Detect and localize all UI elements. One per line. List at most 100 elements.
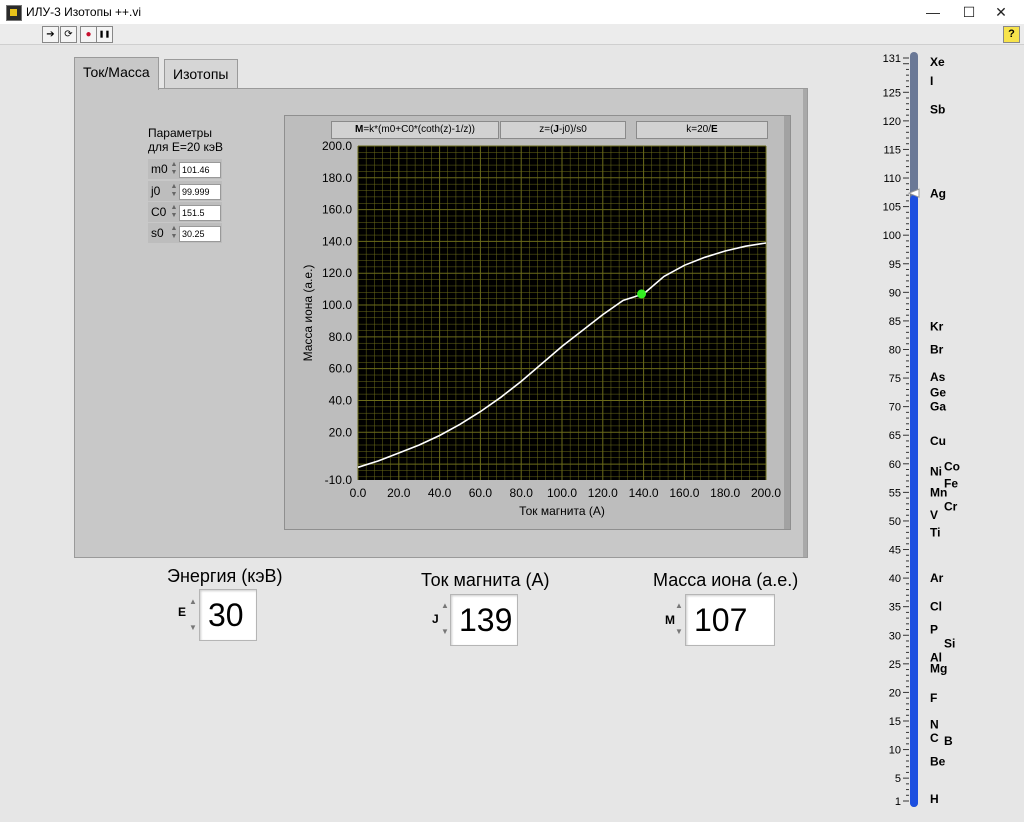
scale-tick-label: 115 (883, 144, 901, 156)
scale-tick-label: 120 (883, 116, 901, 128)
mass-current-chart: 0.0 20.0 40.0 60.0 80.0 100.0 120.0 140.0 160.0 1… (301, 139, 781, 518)
y-tick-label: -10.0 (325, 473, 353, 487)
formula-k: k=20/E (636, 121, 768, 139)
mass-label: Масса иона (а.е.) (653, 570, 799, 590)
scale-tick-label: 100 (883, 230, 901, 242)
scale-tick-label: 70 (889, 402, 901, 414)
energy-label: Энергия (кэВ) (167, 566, 283, 586)
param-value-field[interactable]: 101.46 (179, 162, 221, 178)
spinner-icon[interactable]: ▲ ▼ (170, 183, 178, 199)
params-title-line1: Параметры (148, 126, 212, 140)
param-value-field[interactable]: 30.25 (179, 226, 221, 242)
energy-spinner-icon[interactable]: ▲ ▼ (188, 589, 198, 641)
y-tick-label: 20.0 (329, 425, 353, 439)
param-value-field[interactable]: 151.5 (179, 205, 221, 221)
scale-tick-label: 80 (889, 344, 901, 356)
y-tick-label: 160.0 (322, 203, 352, 217)
param-label: j0 (151, 184, 161, 198)
element-label: Kr (930, 320, 944, 334)
element-label: Ag (930, 186, 946, 200)
scale-tick-label: 35 (889, 602, 901, 614)
x-tick-label: 80.0 (510, 486, 534, 500)
element-label: As (930, 370, 946, 384)
formula-mass: M=k*(m0+C0*(coth(z)-1/z)) (331, 121, 499, 139)
element-label: Si (944, 637, 955, 651)
element-label: Ni (930, 465, 942, 479)
element-label: Fe (944, 477, 958, 491)
x-tick-label: 180.0 (710, 486, 740, 500)
element-label: Ar (930, 571, 944, 585)
element-label: Cr (944, 500, 958, 514)
tab-current-mass[interactable]: Ток/Масса (74, 57, 159, 90)
element-label: Ge (930, 385, 946, 399)
scale-tick-label: 131 (883, 53, 901, 65)
pause-icon[interactable]: ❚❚ (96, 26, 113, 43)
y-tick-label: 180.0 (322, 171, 352, 185)
x-tick-label: 160.0 (669, 486, 699, 500)
x-tick-label: 200.0 (751, 486, 781, 500)
scale-tick-label: 5 (895, 773, 901, 785)
param-value-field[interactable]: 99.999 (179, 184, 221, 200)
mass-scale: 1311251201151101051009590858075706560555… (883, 52, 960, 808)
element-label: F (930, 691, 937, 705)
scale-tick-label: 90 (889, 287, 901, 299)
element-label: Ti (930, 525, 940, 539)
y-tick-label: 60.0 (329, 362, 353, 376)
scale-tick-label: 105 (883, 202, 901, 214)
y-tick-label: 80.0 (329, 330, 353, 344)
params-title: Параметры для E=20 кэВ (148, 126, 223, 154)
scale-tick-label: 40 (889, 573, 901, 585)
app-icon (6, 5, 22, 21)
x-tick-label: 100.0 (547, 486, 577, 500)
element-label: Co (944, 460, 960, 474)
spinner-icon[interactable]: ▲ ▼ (170, 225, 178, 241)
x-tick-label: 120.0 (588, 486, 618, 500)
mass-field[interactable]: 107 (685, 594, 775, 646)
close-button[interactable]: ✕ (978, 0, 1024, 24)
spinner-icon[interactable]: ▲ ▼ (170, 161, 178, 177)
element-label: V (930, 508, 938, 522)
scale-fill (910, 195, 918, 807)
scale-tick-label: 15 (889, 716, 901, 728)
scale-tick-label: 50 (889, 516, 901, 528)
current-letter: J (432, 612, 439, 626)
current-spinner-icon[interactable]: ▲ ▼ (440, 593, 450, 645)
y-tick-label: 40.0 (329, 393, 353, 407)
formula-z: z=(J-j0)/s0 (500, 121, 626, 139)
element-label: Br (930, 342, 944, 356)
element-label: Mg (930, 662, 947, 676)
current-label: Ток магнита (А) (421, 570, 550, 590)
operating-point-marker (637, 289, 647, 299)
mass-spinner-icon[interactable]: ▲ ▼ (674, 593, 684, 645)
scale-tick-label: 75 (889, 373, 901, 385)
run-continuously-icon[interactable]: ⟳ (60, 26, 77, 43)
tab-isotopes[interactable]: Изотопы (164, 59, 238, 89)
scale-tick-label: 65 (889, 430, 901, 442)
element-label: Cu (930, 434, 946, 448)
element-label: B (944, 734, 953, 748)
param-s0: s0 ▲ ▼ 30.25 (148, 223, 222, 243)
param-j0: j0 ▲ ▼ 99.999 (148, 181, 222, 201)
scale-tick-label: 1 (895, 796, 901, 808)
x-tick-label: 140.0 (629, 486, 659, 500)
scale-tick-label: 125 (883, 87, 901, 99)
scale-tick-label: 85 (889, 316, 901, 328)
element-label: Cl (930, 600, 942, 614)
energy-field[interactable]: 30 (199, 589, 257, 641)
scale-tick-label: 95 (889, 259, 901, 271)
param-label: s0 (151, 226, 164, 240)
abort-icon[interactable]: ● (80, 26, 97, 43)
element-label: Be (930, 754, 946, 768)
help-icon[interactable]: ? (1003, 26, 1020, 43)
element-labels: XeISbAgKrBrAsGeGaCuNi CoMnFeVCrTiArClPSiA… (930, 55, 960, 806)
current-field[interactable]: 139 (450, 594, 518, 646)
y-tick-label: 200.0 (322, 139, 352, 153)
run-arrow-icon[interactable]: ➔ (42, 26, 59, 43)
y-axis-label: Масса иона (а.е.) (301, 265, 315, 362)
title-bar: ИЛУ-3 Изотопы ++.vi — ☐ ✕ (0, 0, 1024, 24)
element-label: Xe (930, 55, 945, 69)
element-label: N (930, 718, 939, 732)
spinner-icon[interactable]: ▲ ▼ (170, 204, 178, 220)
scale-tick-label: 60 (889, 459, 901, 471)
scale-tick-label: 30 (889, 630, 901, 642)
